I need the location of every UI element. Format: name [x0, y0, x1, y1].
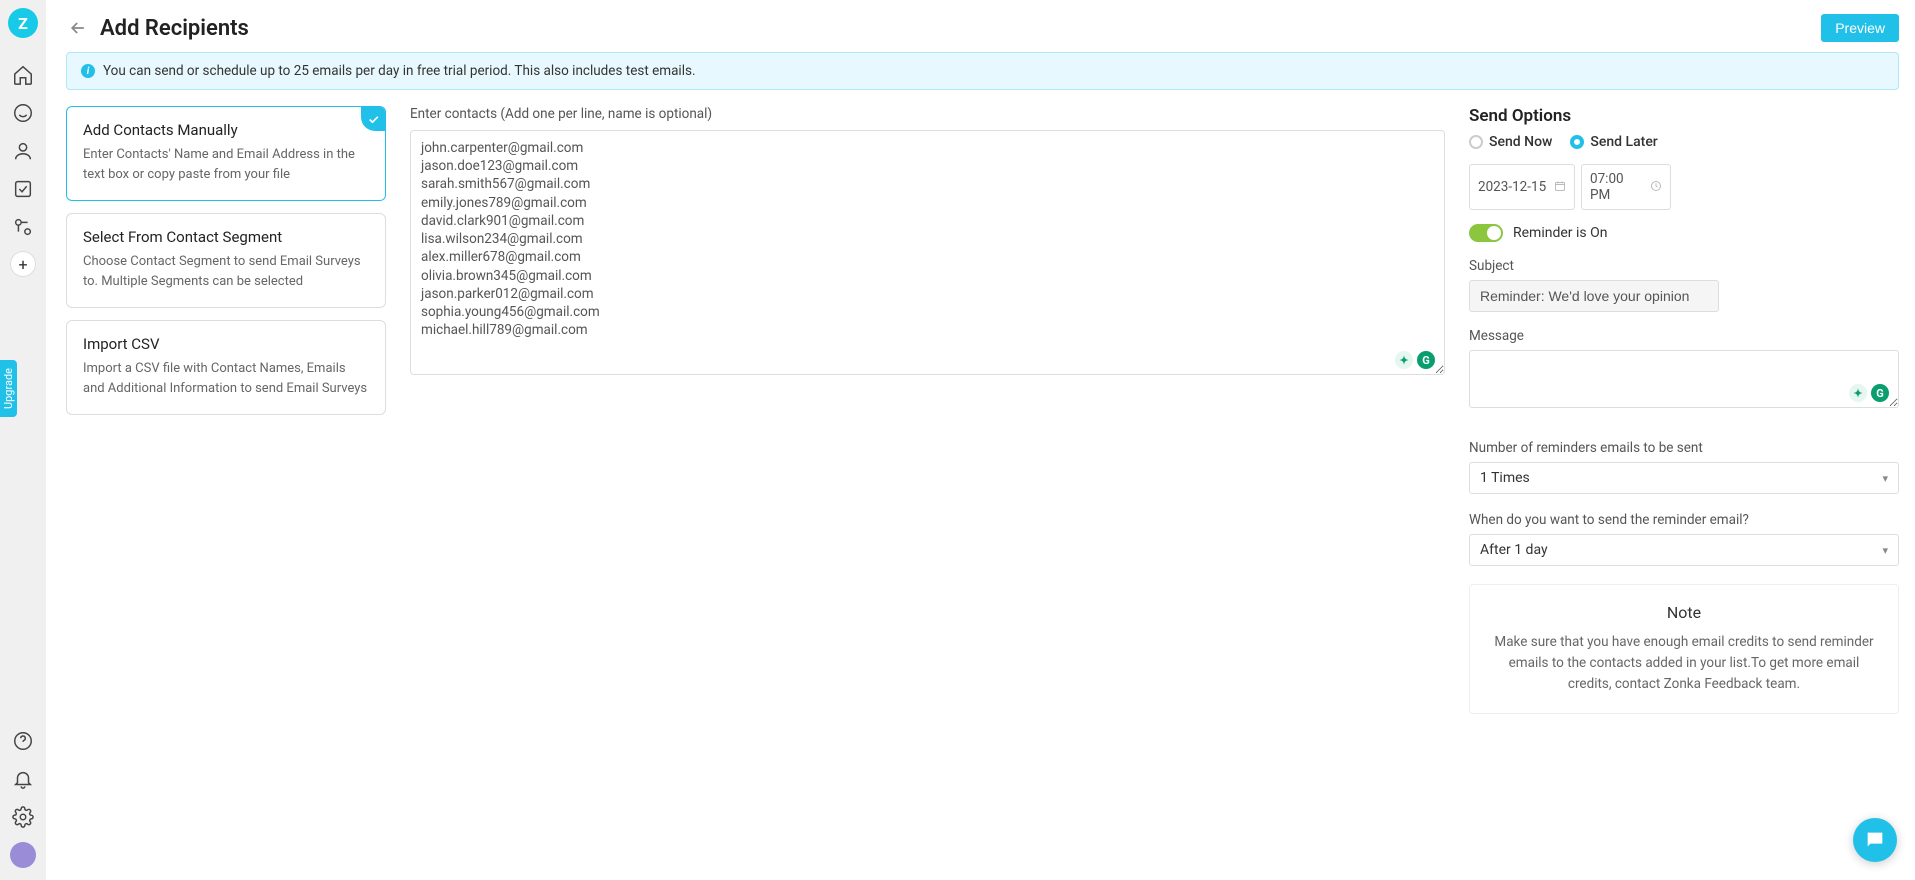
add-button[interactable]: +: [11, 252, 35, 276]
back-arrow-icon[interactable]: [66, 16, 90, 40]
grammarly-secondary-icon[interactable]: ✦: [1849, 384, 1867, 402]
select-value: After 1 day: [1480, 542, 1548, 558]
workflows-icon[interactable]: [11, 215, 35, 239]
grammarly-badges: ✦ G: [1849, 384, 1889, 402]
info-banner: i You can send or schedule up to 25 emai…: [66, 52, 1899, 90]
send-options-panel: Send Options Send Now Send Later 2023-12…: [1469, 106, 1899, 714]
subject-input[interactable]: [1469, 280, 1719, 312]
main-content: Add Recipients Preview i You can send or…: [46, 0, 1915, 880]
time-value: 07:00 PM: [1590, 171, 1644, 203]
time-input[interactable]: 07:00 PM: [1581, 164, 1671, 210]
contacts-icon[interactable]: [11, 139, 35, 163]
method-card-csv[interactable]: Import CSV Import a CSV file with Contac…: [66, 320, 386, 415]
user-avatar[interactable]: [10, 842, 36, 868]
help-icon[interactable]: [11, 729, 35, 753]
feedback-icon[interactable]: [11, 101, 35, 125]
select-value: 1 Times: [1480, 470, 1530, 486]
reminder-toggle[interactable]: [1469, 224, 1503, 242]
grammarly-badges: ✦ G: [1395, 351, 1435, 369]
grammarly-icon[interactable]: G: [1417, 351, 1435, 369]
chat-bubble-button[interactable]: [1853, 818, 1897, 862]
settings-icon[interactable]: [11, 805, 35, 829]
info-icon: i: [81, 64, 95, 78]
method-desc: Choose Contact Segment to send Email Sur…: [83, 252, 369, 291]
method-desc: Import a CSV file with Contact Names, Em…: [83, 359, 369, 398]
subject-label: Subject: [1469, 258, 1899, 274]
message-label: Message: [1469, 328, 1899, 344]
page-header: Add Recipients Preview: [66, 10, 1899, 52]
radio-icon: [1469, 135, 1483, 149]
radio-label: Send Later: [1590, 134, 1657, 150]
radio-send-now[interactable]: Send Now: [1469, 134, 1552, 150]
radio-send-later[interactable]: Send Later: [1570, 134, 1657, 150]
method-desc: Enter Contacts' Name and Email Address i…: [83, 145, 369, 184]
contacts-label: Enter contacts (Add one per line, name i…: [410, 106, 1445, 122]
message-textarea[interactable]: [1469, 350, 1899, 408]
contacts-textarea[interactable]: [410, 130, 1445, 375]
grammarly-icon[interactable]: G: [1871, 384, 1889, 402]
method-card-manual[interactable]: Add Contacts Manually Enter Contacts' Na…: [66, 106, 386, 201]
info-banner-text: You can send or schedule up to 25 emails…: [103, 63, 696, 79]
chevron-down-icon: ▾: [1882, 544, 1888, 557]
app-sidebar: Z +: [0, 0, 46, 880]
home-icon[interactable]: [11, 63, 35, 87]
radio-icon: [1570, 135, 1584, 149]
method-title: Import CSV: [83, 335, 369, 353]
radio-label: Send Now: [1489, 134, 1552, 150]
method-title: Select From Contact Segment: [83, 228, 369, 246]
note-title: Note: [1492, 603, 1876, 622]
grammarly-secondary-icon[interactable]: ✦: [1395, 351, 1413, 369]
reminders-count-select[interactable]: 1 Times ▾: [1469, 462, 1899, 494]
reminders-count-label: Number of reminders emails to be sent: [1469, 440, 1899, 456]
page-title: Add Recipients: [100, 16, 249, 41]
notifications-icon[interactable]: [11, 767, 35, 791]
note-body: Make sure that you have enough email cre…: [1492, 632, 1876, 695]
method-card-segment[interactable]: Select From Contact Segment Choose Conta…: [66, 213, 386, 308]
clock-icon: [1650, 180, 1662, 195]
chevron-down-icon: ▾: [1882, 472, 1888, 485]
method-title: Add Contacts Manually: [83, 121, 369, 139]
note-box: Note Make sure that you have enough emai…: [1469, 584, 1899, 714]
calendar-icon: [1554, 180, 1566, 195]
reminder-toggle-label: Reminder is On: [1513, 225, 1607, 241]
tasks-icon[interactable]: [11, 177, 35, 201]
date-value: 2023-12-15: [1478, 179, 1546, 195]
reminder-when-select[interactable]: After 1 day ▾: [1469, 534, 1899, 566]
preview-button[interactable]: Preview: [1821, 14, 1899, 42]
send-options-title: Send Options: [1469, 106, 1899, 126]
upgrade-tab[interactable]: Upgrade: [0, 360, 17, 417]
brand-logo[interactable]: Z: [8, 8, 38, 38]
contacts-column: Enter contacts (Add one per line, name i…: [410, 106, 1445, 379]
date-input[interactable]: 2023-12-15: [1469, 164, 1575, 210]
method-cards: Add Contacts Manually Enter Contacts' Na…: [66, 106, 386, 415]
reminder-when-label: When do you want to send the reminder em…: [1469, 512, 1899, 528]
